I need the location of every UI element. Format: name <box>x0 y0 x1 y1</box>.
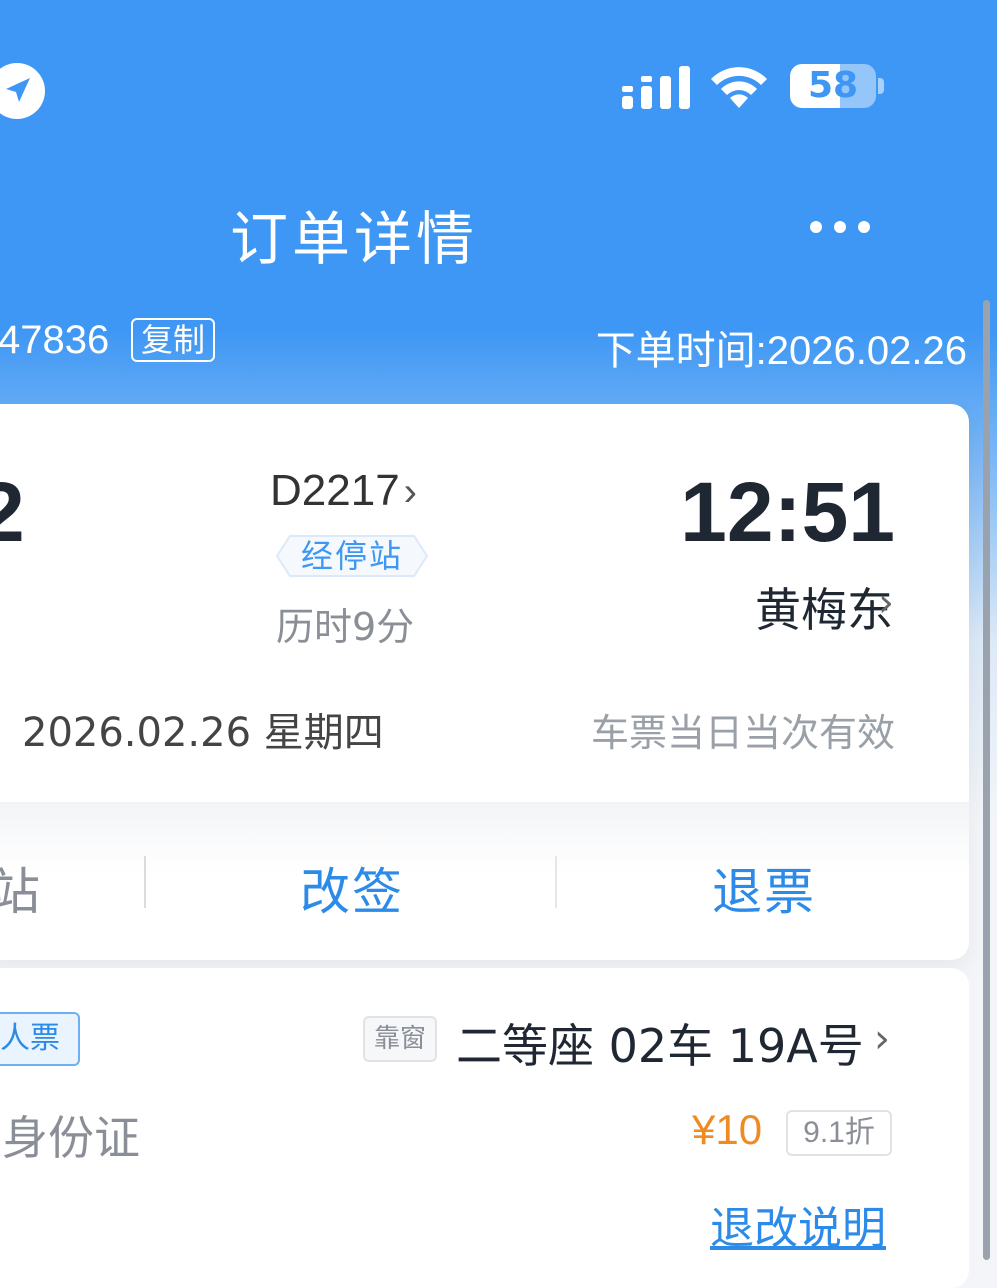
trip-duration: 历时9分 <box>276 605 415 649</box>
ticket-price: ¥10 <box>692 1106 763 1153</box>
train-number: D2217 <box>270 466 400 515</box>
train-number-link[interactable]: D2217 › <box>270 466 417 516</box>
battery-tip <box>878 78 884 94</box>
refund-button[interactable]: 退票 <box>712 852 816 924</box>
arrival-station[interactable]: 黄梅东 <box>755 574 893 640</box>
seat-preference-badge: 靠窗 <box>363 1016 437 1062</box>
ticket-type-badge: 人票 <box>0 1012 80 1066</box>
change-ticket-button[interactable]: 改签 <box>300 852 404 924</box>
chevron-right-icon[interactable]: › <box>874 1016 890 1062</box>
ellipsis-icon[interactable] <box>808 216 872 238</box>
stops-button[interactable]: 经停站 <box>276 535 428 577</box>
wifi-icon <box>711 67 767 108</box>
copy-button[interactable]: 复制 <box>131 318 215 362</box>
travel-date: 2026.02.26 星期四 <box>22 710 384 756</box>
stations-button[interactable]: 站 <box>0 852 40 924</box>
battery-body: 58 <box>790 64 876 108</box>
stops-label: 经停站 <box>300 537 403 575</box>
page-title: 订单详情 <box>230 205 479 273</box>
battery-level: 58 <box>807 65 859 106</box>
arrival-time: 12:51 <box>680 465 895 559</box>
order-number: 47836 <box>0 318 110 362</box>
scrollbar[interactable] <box>983 300 990 1260</box>
chevron-right-icon[interactable]: › <box>878 580 894 626</box>
seat-info[interactable]: 二等座 02车 19A号 <box>456 1010 864 1076</box>
discount-badge: 9.1折 <box>786 1110 892 1156</box>
order-time: 下单时间:2026.02.26 <box>595 329 967 373</box>
action-separator <box>144 856 146 908</box>
departure-time: 2 <box>0 465 25 559</box>
action-separator <box>555 856 557 908</box>
id-type: 身份证 <box>2 1111 140 1165</box>
refund-change-rules-link[interactable]: 退改说明 <box>710 1192 886 1256</box>
validity-note: 车票当日当次有效 <box>590 711 895 755</box>
location-arrow-icon <box>0 63 45 119</box>
battery-icon: 58 <box>790 64 888 110</box>
signal-icon <box>622 66 690 109</box>
chevron-right-icon: › <box>403 470 417 514</box>
